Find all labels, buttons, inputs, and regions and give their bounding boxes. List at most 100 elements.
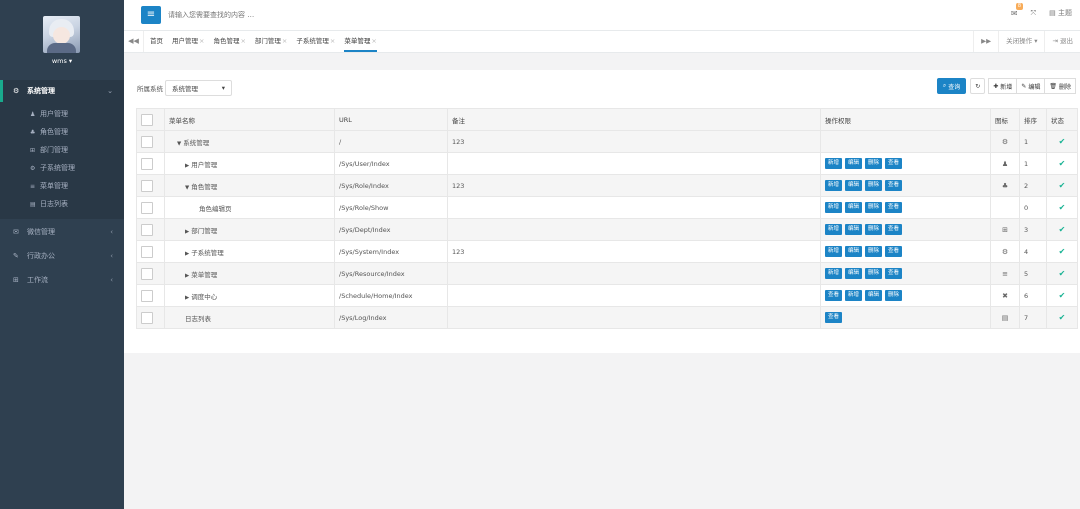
permission-button[interactable]: 新增 [825, 202, 843, 213]
sidebar-group-workflow[interactable]: ⊞ 工作流 ‹ [0, 269, 124, 291]
permission-button[interactable]: 查看 [885, 180, 903, 191]
table-row[interactable]: ▶ 用户管理/Sys/User/Index 新增 编辑 删除 查看 ♟ 1 ✔ [136, 152, 1078, 175]
table-row[interactable]: 角色编辑页/Sys/Role/Show 新增 编辑 删除 查看 0 ✔ [136, 196, 1078, 219]
row-select-cell[interactable] [136, 306, 165, 329]
permission-button[interactable]: 删除 [865, 180, 883, 191]
table-row[interactable]: ▶ 菜单管理/Sys/Resource/Index 新增 编辑 删除 查看 ≡ 5 ✔ [136, 262, 1078, 285]
caret-right-icon[interactable]: ▶ [185, 273, 189, 279]
system-select[interactable]: 系统管理 ▾ [165, 80, 232, 96]
row-select-cell[interactable] [136, 218, 165, 241]
permission-button[interactable]: 删除 [865, 246, 883, 257]
col-url[interactable]: URL [334, 108, 448, 131]
username-dropdown[interactable]: wms ▾ [0, 57, 124, 65]
row-select-cell[interactable] [136, 152, 165, 175]
caret-right-icon[interactable]: ▶ [185, 251, 189, 257]
caret-down-icon[interactable]: ▼ [177, 141, 181, 147]
select-all-cell[interactable] [136, 108, 165, 131]
sidebar-group-office[interactable]: ✎ 行政办公 ‹ [0, 245, 124, 267]
permission-button[interactable]: 编辑 [845, 180, 863, 191]
permission-button[interactable]: 新增 [825, 246, 843, 257]
col-name[interactable]: 菜单名称 [164, 108, 335, 131]
edit-button[interactable]: ✎ 编辑 [1016, 78, 1046, 94]
delete-button[interactable]: 🗑 删除 [1044, 78, 1076, 94]
row-checkbox[interactable] [141, 289, 153, 302]
col-permissions[interactable]: 操作权限 [820, 108, 991, 131]
sidebar-item-users[interactable]: ♟ 用户管理 [0, 105, 124, 123]
close-operations-dropdown[interactable]: 关闭操作 ▾ [998, 31, 1044, 52]
close-icon[interactable]: × [371, 37, 376, 45]
permission-button[interactable]: 删除 [865, 202, 883, 213]
sidebar-item-depts[interactable]: ⊞ 部门管理 [0, 141, 124, 159]
col-sort[interactable]: 排序 [1019, 108, 1047, 131]
caret-right-icon[interactable]: ▶ [185, 229, 189, 235]
permission-button[interactable]: 查看 [825, 312, 843, 323]
table-row[interactable]: ▶ 调度中心/Schedule/Home/Index 查看 新增 编辑 删除 ✖ 6 ✔ [136, 284, 1078, 307]
permission-button[interactable]: 查看 [885, 158, 903, 169]
permission-button[interactable]: 查看 [885, 268, 903, 279]
tab-users[interactable]: 用户管理× [172, 31, 204, 52]
search-input[interactable] [168, 8, 368, 22]
sidebar-item-menus[interactable]: ≡ 菜单管理 [0, 177, 124, 195]
permission-button[interactable]: 新增 [845, 290, 863, 301]
sidebar-item-roles[interactable]: ♣ 角色管理 [0, 123, 124, 141]
col-status[interactable]: 状态 [1046, 108, 1078, 131]
permission-button[interactable]: 编辑 [845, 246, 863, 257]
tabs-scroll-right-button[interactable]: ▶▶ [973, 31, 998, 52]
row-select-cell[interactable] [136, 262, 165, 285]
permission-button[interactable]: 编辑 [845, 202, 863, 213]
caret-right-icon[interactable]: ▶ [185, 295, 189, 301]
permission-button[interactable]: 新增 [825, 158, 843, 169]
row-checkbox[interactable] [141, 201, 153, 214]
close-icon[interactable]: × [240, 37, 245, 45]
row-checkbox[interactable] [141, 311, 153, 324]
table-row[interactable]: ▼ 角色管理/Sys/Role/Index 123 新增 编辑 删除 查看 ♣ 2 ✔ [136, 174, 1078, 197]
select-all-checkbox[interactable] [141, 113, 153, 126]
row-select-cell[interactable] [136, 284, 165, 307]
permission-button[interactable]: 删除 [865, 224, 883, 235]
row-checkbox[interactable] [141, 135, 153, 148]
permission-button[interactable]: 新增 [825, 268, 843, 279]
close-icon[interactable]: × [199, 37, 204, 45]
sidebar-item-subsystems[interactable]: ⚙ 子系统管理 [0, 159, 124, 177]
notification-button[interactable]: ✉ 8 [1011, 2, 1024, 18]
table-row[interactable]: ▼ 系统管理/123 ⚙ 1 ✔ [136, 130, 1078, 153]
row-checkbox[interactable] [141, 245, 153, 258]
table-row[interactable]: ▶ 子系统管理/Sys/System/Index 123 新增 编辑 删除 查看 ⚙ 4 ✔ [136, 240, 1078, 263]
theme-button[interactable]: ▤ 主题 [1049, 8, 1072, 18]
sidebar-group-wechat[interactable]: ✉ 微信管理 ‹ [0, 221, 124, 243]
caret-down-icon[interactable]: ▼ [185, 185, 189, 191]
caret-right-icon[interactable]: ▶ [185, 163, 189, 169]
avatar[interactable] [43, 16, 80, 53]
tab-menus[interactable]: 菜单管理× [344, 31, 377, 52]
tabs-scroll-left-button[interactable]: ◀◀ [124, 31, 144, 52]
row-select-cell[interactable] [136, 174, 165, 197]
close-icon[interactable]: × [282, 37, 287, 45]
tab-subsystems[interactable]: 子系统管理× [296, 31, 335, 52]
search-button[interactable]: ⌕ 查询 [936, 78, 967, 94]
table-row[interactable]: 日志列表/Sys/Log/Index 查看 ▤ 7 ✔ [136, 306, 1078, 329]
permission-button[interactable]: 新增 [825, 224, 843, 235]
tab-roles[interactable]: 角色管理× [213, 31, 245, 52]
row-select-cell[interactable] [136, 130, 165, 153]
permission-button[interactable]: 编辑 [845, 268, 863, 279]
permission-button[interactable]: 删除 [865, 158, 883, 169]
row-checkbox[interactable] [141, 223, 153, 236]
permission-button[interactable]: 新增 [825, 180, 843, 191]
refresh-button[interactable]: ↻ [970, 78, 986, 94]
permission-button[interactable]: 删除 [865, 268, 883, 279]
permission-button[interactable]: 编辑 [845, 224, 863, 235]
close-icon[interactable]: × [330, 37, 335, 45]
permission-button[interactable]: 删除 [885, 290, 903, 301]
exit-button[interactable]: ⇥ 退出 [1044, 31, 1080, 52]
tab-depts[interactable]: 部门管理× [255, 31, 287, 52]
table-row[interactable]: ▶ 部门管理/Sys/Dept/Index 新增 编辑 删除 查看 ⊞ 3 ✔ [136, 218, 1078, 241]
row-select-cell[interactable] [136, 196, 165, 219]
col-icon[interactable]: 图标 [990, 108, 1020, 131]
permission-button[interactable]: 查看 [885, 202, 903, 213]
menu-toggle-button[interactable]: ≡ [141, 6, 161, 24]
permission-button[interactable]: 编辑 [845, 158, 863, 169]
row-checkbox[interactable] [141, 267, 153, 280]
row-checkbox[interactable] [141, 179, 153, 192]
col-remark[interactable]: 备注 [447, 108, 821, 131]
permission-button[interactable]: 查看 [885, 224, 903, 235]
